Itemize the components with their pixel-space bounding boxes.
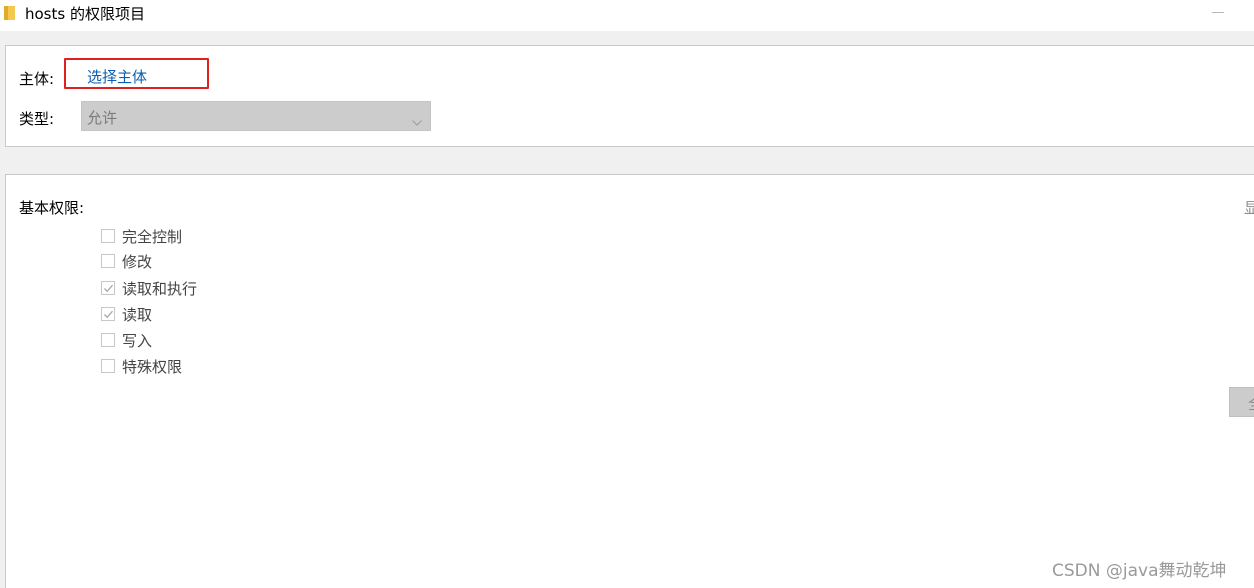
permission-label: 修改 xyxy=(122,253,153,271)
clear-all-button[interactable]: 全 xyxy=(1229,387,1254,417)
permission-label: 读取和执行 xyxy=(122,280,198,298)
show-advanced-permissions-link[interactable]: 显 xyxy=(1244,197,1254,218)
principal-label: 主体: xyxy=(19,70,55,88)
select-principal-link[interactable]: 选择主体 xyxy=(87,66,147,87)
checkbox[interactable] xyxy=(101,281,115,295)
clear-all-label: 全 xyxy=(1248,393,1254,414)
principal-panel: 主体: 选择主体 类型: 允许 xyxy=(5,45,1254,147)
minimize-button[interactable] xyxy=(1204,0,1234,31)
title-bar: hosts 的权限项目 xyxy=(0,0,1254,31)
checkbox[interactable] xyxy=(101,333,115,347)
checkbox[interactable] xyxy=(101,254,115,268)
permissions-panel: 基本权限: 显 完全控制 修改 读取和执行 读取 写入 特殊权限 全 xyxy=(5,174,1254,588)
folder-icon xyxy=(4,5,16,21)
checkbox[interactable] xyxy=(101,229,115,243)
permission-label: 写入 xyxy=(122,332,153,350)
type-dropdown[interactable]: 允许 xyxy=(81,101,431,131)
checkmark-icon xyxy=(104,310,113,319)
type-label: 类型: xyxy=(19,110,55,128)
checkbox[interactable] xyxy=(101,359,115,373)
permission-label: 读取 xyxy=(122,306,153,324)
type-dropdown-value: 允许 xyxy=(87,109,118,127)
permission-label: 完全控制 xyxy=(122,228,183,246)
window-title: hosts 的权限项目 xyxy=(25,5,145,23)
watermark: CSDN @java舞动乾坤 xyxy=(1052,561,1227,581)
permission-label: 特殊权限 xyxy=(122,358,183,376)
checkbox[interactable] xyxy=(101,307,115,321)
basic-permissions-label: 基本权限: xyxy=(19,199,85,217)
chevron-down-icon xyxy=(412,112,422,130)
select-principal-highlight: 选择主体 xyxy=(64,58,209,89)
checkmark-icon xyxy=(104,284,113,293)
minimize-icon xyxy=(1212,12,1224,13)
